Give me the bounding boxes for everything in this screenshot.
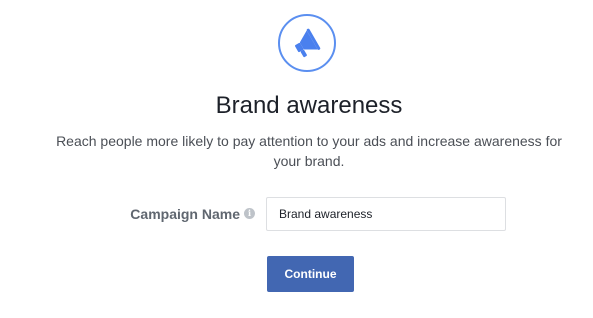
- objective-icon-circle: [278, 14, 336, 72]
- campaign-name-row: Campaign Name i: [0, 197, 593, 231]
- continue-button[interactable]: Continue: [267, 256, 354, 292]
- objective-setup-panel: Brand awareness Reach people more likely…: [0, 0, 593, 318]
- info-icon[interactable]: i: [244, 208, 255, 219]
- campaign-name-label: Campaign Name: [130, 206, 240, 222]
- objective-title: Brand awareness: [215, 92, 403, 119]
- megaphone-icon: [294, 28, 321, 58]
- objective-description: Reach people more likely to pay attentio…: [56, 133, 562, 169]
- campaign-name-input[interactable]: [266, 197, 506, 231]
